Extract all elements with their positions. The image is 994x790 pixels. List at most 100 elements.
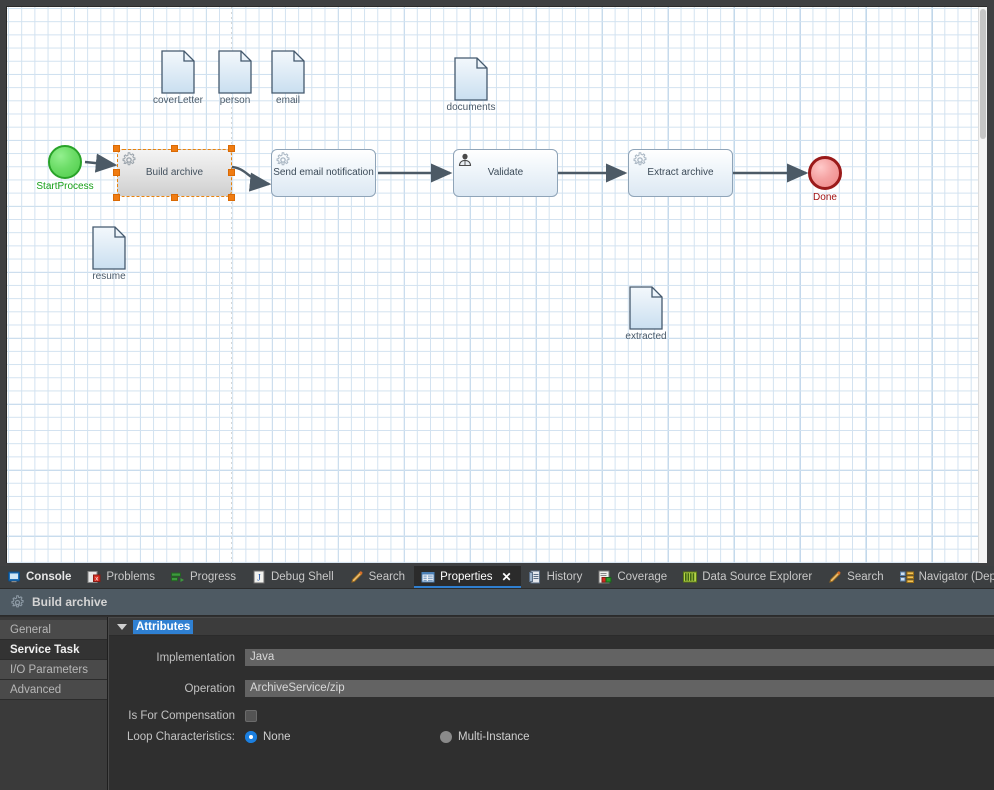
implementation-field[interactable] <box>245 649 994 666</box>
selection-handle-sw[interactable] <box>113 194 120 201</box>
prop-tab-general[interactable]: General <box>0 620 107 640</box>
radio-multi-instance[interactable] <box>440 731 452 743</box>
data-object-label: person <box>219 95 251 106</box>
selection-handle-se[interactable] <box>228 194 235 201</box>
loop-option-none[interactable]: None <box>245 731 440 743</box>
tab-history[interactable]: History <box>521 566 592 588</box>
task-extract-archive[interactable]: Extract archive <box>628 149 733 197</box>
end-event[interactable]: Done <box>808 156 842 203</box>
selection-handle-w[interactable] <box>113 169 120 176</box>
properties-body: General Service Task I/O Parameters Adva… <box>0 617 994 790</box>
gear-icon <box>275 152 291 168</box>
task-validate[interactable]: Validate <box>453 149 558 197</box>
data-object-documents[interactable]: documents <box>447 57 495 113</box>
data-object-coverLetter[interactable]: coverLetter <box>153 50 203 106</box>
selection-handle-s[interactable] <box>171 194 178 201</box>
data-object-extracted[interactable]: extracted <box>625 286 667 342</box>
start-event-label: StartProcess <box>36 181 94 192</box>
task-shape[interactable]: Extract archive <box>628 149 733 197</box>
close-icon[interactable]: ✕ <box>502 571 512 583</box>
tab-label: Debug Shell <box>270 571 334 583</box>
tab-label: Data Source Explorer <box>702 571 813 583</box>
debug-shell-icon: J <box>252 570 266 584</box>
end-event-icon <box>808 156 842 190</box>
prop-tab-advanced[interactable]: Advanced <box>0 680 107 700</box>
tab-search-2[interactable]: Search <box>821 566 892 588</box>
tab-navigator-deprecated[interactable]: Navigator (Deprecated) <box>893 566 994 588</box>
tab-properties[interactable]: Properties ✕ <box>414 566 522 588</box>
task-shape[interactable]: Validate <box>453 149 558 197</box>
navigator-icon <box>899 570 914 584</box>
diagram-editor-area: coverLetter person email documents resum… <box>0 0 994 566</box>
task-label: Extract archive <box>647 167 714 178</box>
canvas-vertical-scrollbar[interactable] <box>978 7 987 563</box>
data-object-label: resume <box>92 271 126 282</box>
task-send-email-notification[interactable]: Send email notification <box>271 149 376 197</box>
task-label: Send email notification <box>273 167 374 178</box>
prop-tab-label: I/O Parameters <box>10 664 88 676</box>
loop-characteristics-label: Loop Characteristics: <box>126 731 235 743</box>
progress-icon <box>170 570 185 584</box>
radio-none[interactable] <box>245 731 257 743</box>
svg-text:J: J <box>257 573 261 583</box>
row-implementation: Implementation <box>109 649 994 666</box>
data-object-label: email <box>276 95 300 106</box>
coverage-icon <box>598 570 612 584</box>
tab-label: Navigator (Deprecated) <box>918 571 994 583</box>
tab-coverage[interactable]: Coverage <box>591 566 676 588</box>
properties-tab-list: General Service Task I/O Parameters Adva… <box>0 617 108 790</box>
scrollbar-thumb[interactable] <box>980 9 986 139</box>
task-build-archive[interactable]: Build archive <box>113 145 235 201</box>
task-shape[interactable]: Send email notification <box>271 149 376 197</box>
selection-handle-ne[interactable] <box>228 145 235 152</box>
gear-icon <box>121 152 137 168</box>
tab-label: Coverage <box>617 571 668 583</box>
gear-icon <box>10 595 24 609</box>
tab-debug-shell[interactable]: J Debug Shell <box>245 566 343 588</box>
data-object-email[interactable]: email <box>271 50 305 106</box>
tab-label: Search <box>368 571 406 583</box>
prop-tab-service-task[interactable]: Service Task <box>0 640 107 660</box>
tab-label: Problems <box>106 571 155 583</box>
start-event-icon <box>48 145 82 179</box>
svg-text:x: x <box>96 576 99 582</box>
selection-handle-nw[interactable] <box>113 145 120 152</box>
task-shape[interactable]: Build archive <box>117 149 232 197</box>
bpmn-canvas[interactable]: coverLetter person email documents resum… <box>6 6 987 563</box>
selection-handle-n[interactable] <box>171 145 178 152</box>
data-object-label: documents <box>446 102 496 113</box>
problems-icon: x <box>87 570 101 584</box>
operation-field[interactable] <box>245 680 994 697</box>
end-event-label: Done <box>813 192 837 203</box>
bottom-dock: Console x Problems Progress J Debug Shel… <box>0 566 994 790</box>
tab-console[interactable]: Console <box>0 566 80 588</box>
data-object-resume[interactable]: resume <box>92 226 126 282</box>
tab-problems[interactable]: x Problems <box>80 566 164 588</box>
tab-search-1[interactable]: Search <box>343 566 414 588</box>
prop-tab-label: Service Task <box>10 644 80 656</box>
search-icon <box>828 570 842 584</box>
user-icon <box>457 152 473 168</box>
is-for-compensation-label: Is For Compensation <box>128 710 235 722</box>
tab-label: Properties <box>440 571 493 583</box>
loop-option-multi-instance[interactable]: Multi-Instance <box>440 731 530 743</box>
tab-label: Progress <box>189 571 236 583</box>
data-source-explorer-icon <box>683 570 698 584</box>
data-object-person[interactable]: person <box>218 50 252 106</box>
is-for-compensation-checkbox[interactable] <box>245 710 257 722</box>
tab-data-source-explorer[interactable]: Data Source Explorer <box>676 566 821 588</box>
tab-label: Console <box>26 571 72 583</box>
attributes-section-header[interactable]: Attributes <box>109 618 994 636</box>
view-tab-bar: Console x Problems Progress J Debug Shel… <box>0 566 994 589</box>
operation-label: Operation <box>184 682 235 695</box>
tab-progress[interactable]: Progress <box>164 566 245 588</box>
sequence-flow-layer <box>84 153 809 192</box>
prop-tab-io-parameters[interactable]: I/O Parameters <box>0 660 107 680</box>
search-icon <box>350 570 364 584</box>
chevron-down-icon[interactable] <box>117 623 127 630</box>
selection-handle-e[interactable] <box>228 169 235 176</box>
implementation-label: Implementation <box>156 651 235 664</box>
properties-icon <box>421 570 435 584</box>
start-event[interactable]: StartProcess <box>36 145 94 192</box>
properties-view-title: Build archive <box>32 595 108 609</box>
